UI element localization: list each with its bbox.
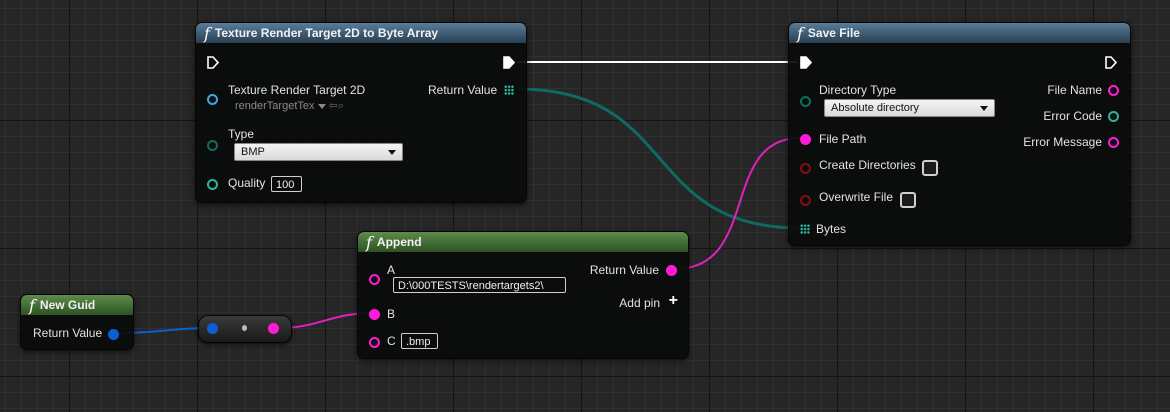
node-title: Texture Render Target 2D to Byte Array (214, 26, 439, 40)
return-value-label: Return Value (428, 83, 498, 97)
quality-label: Quality (228, 176, 266, 190)
overwrite-file-checkbox[interactable] (900, 192, 916, 208)
a-label: A (387, 263, 396, 277)
error-message-pin-icon[interactable] (1108, 137, 1119, 148)
a-pin-icon[interactable] (369, 274, 380, 285)
exec-out-pin-icon[interactable] (503, 56, 515, 69)
c-label: C (387, 334, 396, 348)
directory-type-label: Directory Type (819, 83, 897, 97)
conversion-in-pin-icon[interactable] (207, 323, 218, 334)
file-name-label: File Name (1047, 83, 1102, 97)
file-path-label: File Path (819, 132, 867, 146)
node-title: Save File (807, 26, 860, 40)
texture-input-label: Texture Render Target 2D (228, 83, 366, 97)
dropdown-arrow-icon (388, 150, 396, 155)
error-code-pin-icon[interactable] (1108, 111, 1119, 122)
exec-in-pin-icon[interactable] (207, 56, 219, 69)
create-directories-label: Create Directories (819, 158, 916, 172)
function-icon: f (204, 23, 210, 43)
node-header[interactable]: f Texture Render Target 2D to Byte Array (196, 23, 526, 43)
type-label: Type (228, 127, 255, 141)
add-pin-label[interactable]: Add pin (619, 296, 660, 310)
node-save-file[interactable]: f Save File Directory Type Absolute dire… (788, 22, 1131, 246)
function-icon: f (29, 295, 35, 315)
return-value-label: Return Value (589, 263, 659, 277)
byte-array-wire[interactable] (517, 87, 801, 230)
texture-input-pin-icon[interactable] (207, 94, 218, 105)
bytes-pin-icon[interactable] (800, 224, 810, 234)
node-title: New Guid (39, 298, 96, 312)
file-name-pin-icon[interactable] (1108, 85, 1119, 96)
overwrite-file-pin-icon[interactable] (800, 195, 811, 206)
quality-pin-icon[interactable] (207, 179, 218, 190)
texture-asset-value: renderTargetTex (235, 100, 315, 112)
node-title: Append (376, 235, 422, 249)
overwrite-file-label: Overwrite File (819, 190, 894, 204)
c-pin-icon[interactable] (369, 337, 380, 348)
return-value-pin-icon[interactable] (108, 329, 119, 340)
node-header[interactable]: f Save File (789, 23, 1130, 43)
type-pin-icon[interactable] (207, 140, 218, 151)
directory-type-dropdown[interactable]: Absolute directory (824, 99, 995, 117)
node-header[interactable]: f Append (358, 232, 688, 252)
asset-browse-icon[interactable]: ⇦ (329, 100, 338, 112)
b-label: B (387, 307, 396, 321)
error-message-label: Error Message (1023, 135, 1102, 149)
dropdown-arrow-icon[interactable] (317, 103, 326, 109)
node-texture-to-byte-array[interactable]: f Texture Render Target 2D to Byte Array… (195, 22, 527, 203)
node-new-guid[interactable]: f New Guid Return Value (20, 294, 134, 350)
file-path-pin-icon[interactable] (800, 134, 811, 145)
conversion-out-pin-icon[interactable] (268, 323, 279, 334)
return-value-label: Return Value (33, 326, 103, 340)
conversion-node[interactable] (198, 315, 292, 343)
type-dropdown[interactable]: BMP (234, 143, 403, 161)
function-icon: f (797, 23, 803, 43)
b-pin-icon[interactable] (369, 309, 380, 320)
return-value-pin-icon[interactable] (666, 265, 677, 276)
directory-type-value: Absolute directory (831, 102, 920, 114)
file-path-wire[interactable] (674, 137, 801, 270)
asset-search-icon[interactable]: ⌕ (338, 100, 344, 112)
quality-input[interactable]: 100 (271, 176, 302, 192)
type-dropdown-value: BMP (241, 146, 265, 158)
byte-array-pin-icon[interactable] (504, 85, 514, 95)
a-input[interactable]: D:\000TESTS\rendertargets2\ (393, 277, 566, 293)
c-input[interactable]: .bmp (401, 333, 438, 349)
bytes-label: Bytes (816, 222, 847, 236)
function-icon: f (366, 232, 372, 252)
exec-in-pin-icon[interactable] (800, 56, 812, 69)
exec-out-pin-icon[interactable] (1105, 56, 1117, 69)
dropdown-arrow-icon (980, 106, 988, 111)
conversion-dot-icon (242, 325, 247, 331)
node-header[interactable]: f New Guid (21, 295, 133, 315)
add-pin-icon[interactable]: + (669, 292, 678, 310)
directory-type-pin-icon[interactable] (800, 96, 811, 107)
node-append[interactable]: f Append A D:\000TESTS\rendertargets2\ B… (357, 231, 689, 359)
create-directories-checkbox[interactable] (922, 160, 938, 176)
texture-asset-picker[interactable]: renderTargetTex ⇦⌕ (235, 99, 344, 113)
error-code-label: Error Code (1043, 109, 1102, 123)
create-directories-pin-icon[interactable] (800, 163, 811, 174)
